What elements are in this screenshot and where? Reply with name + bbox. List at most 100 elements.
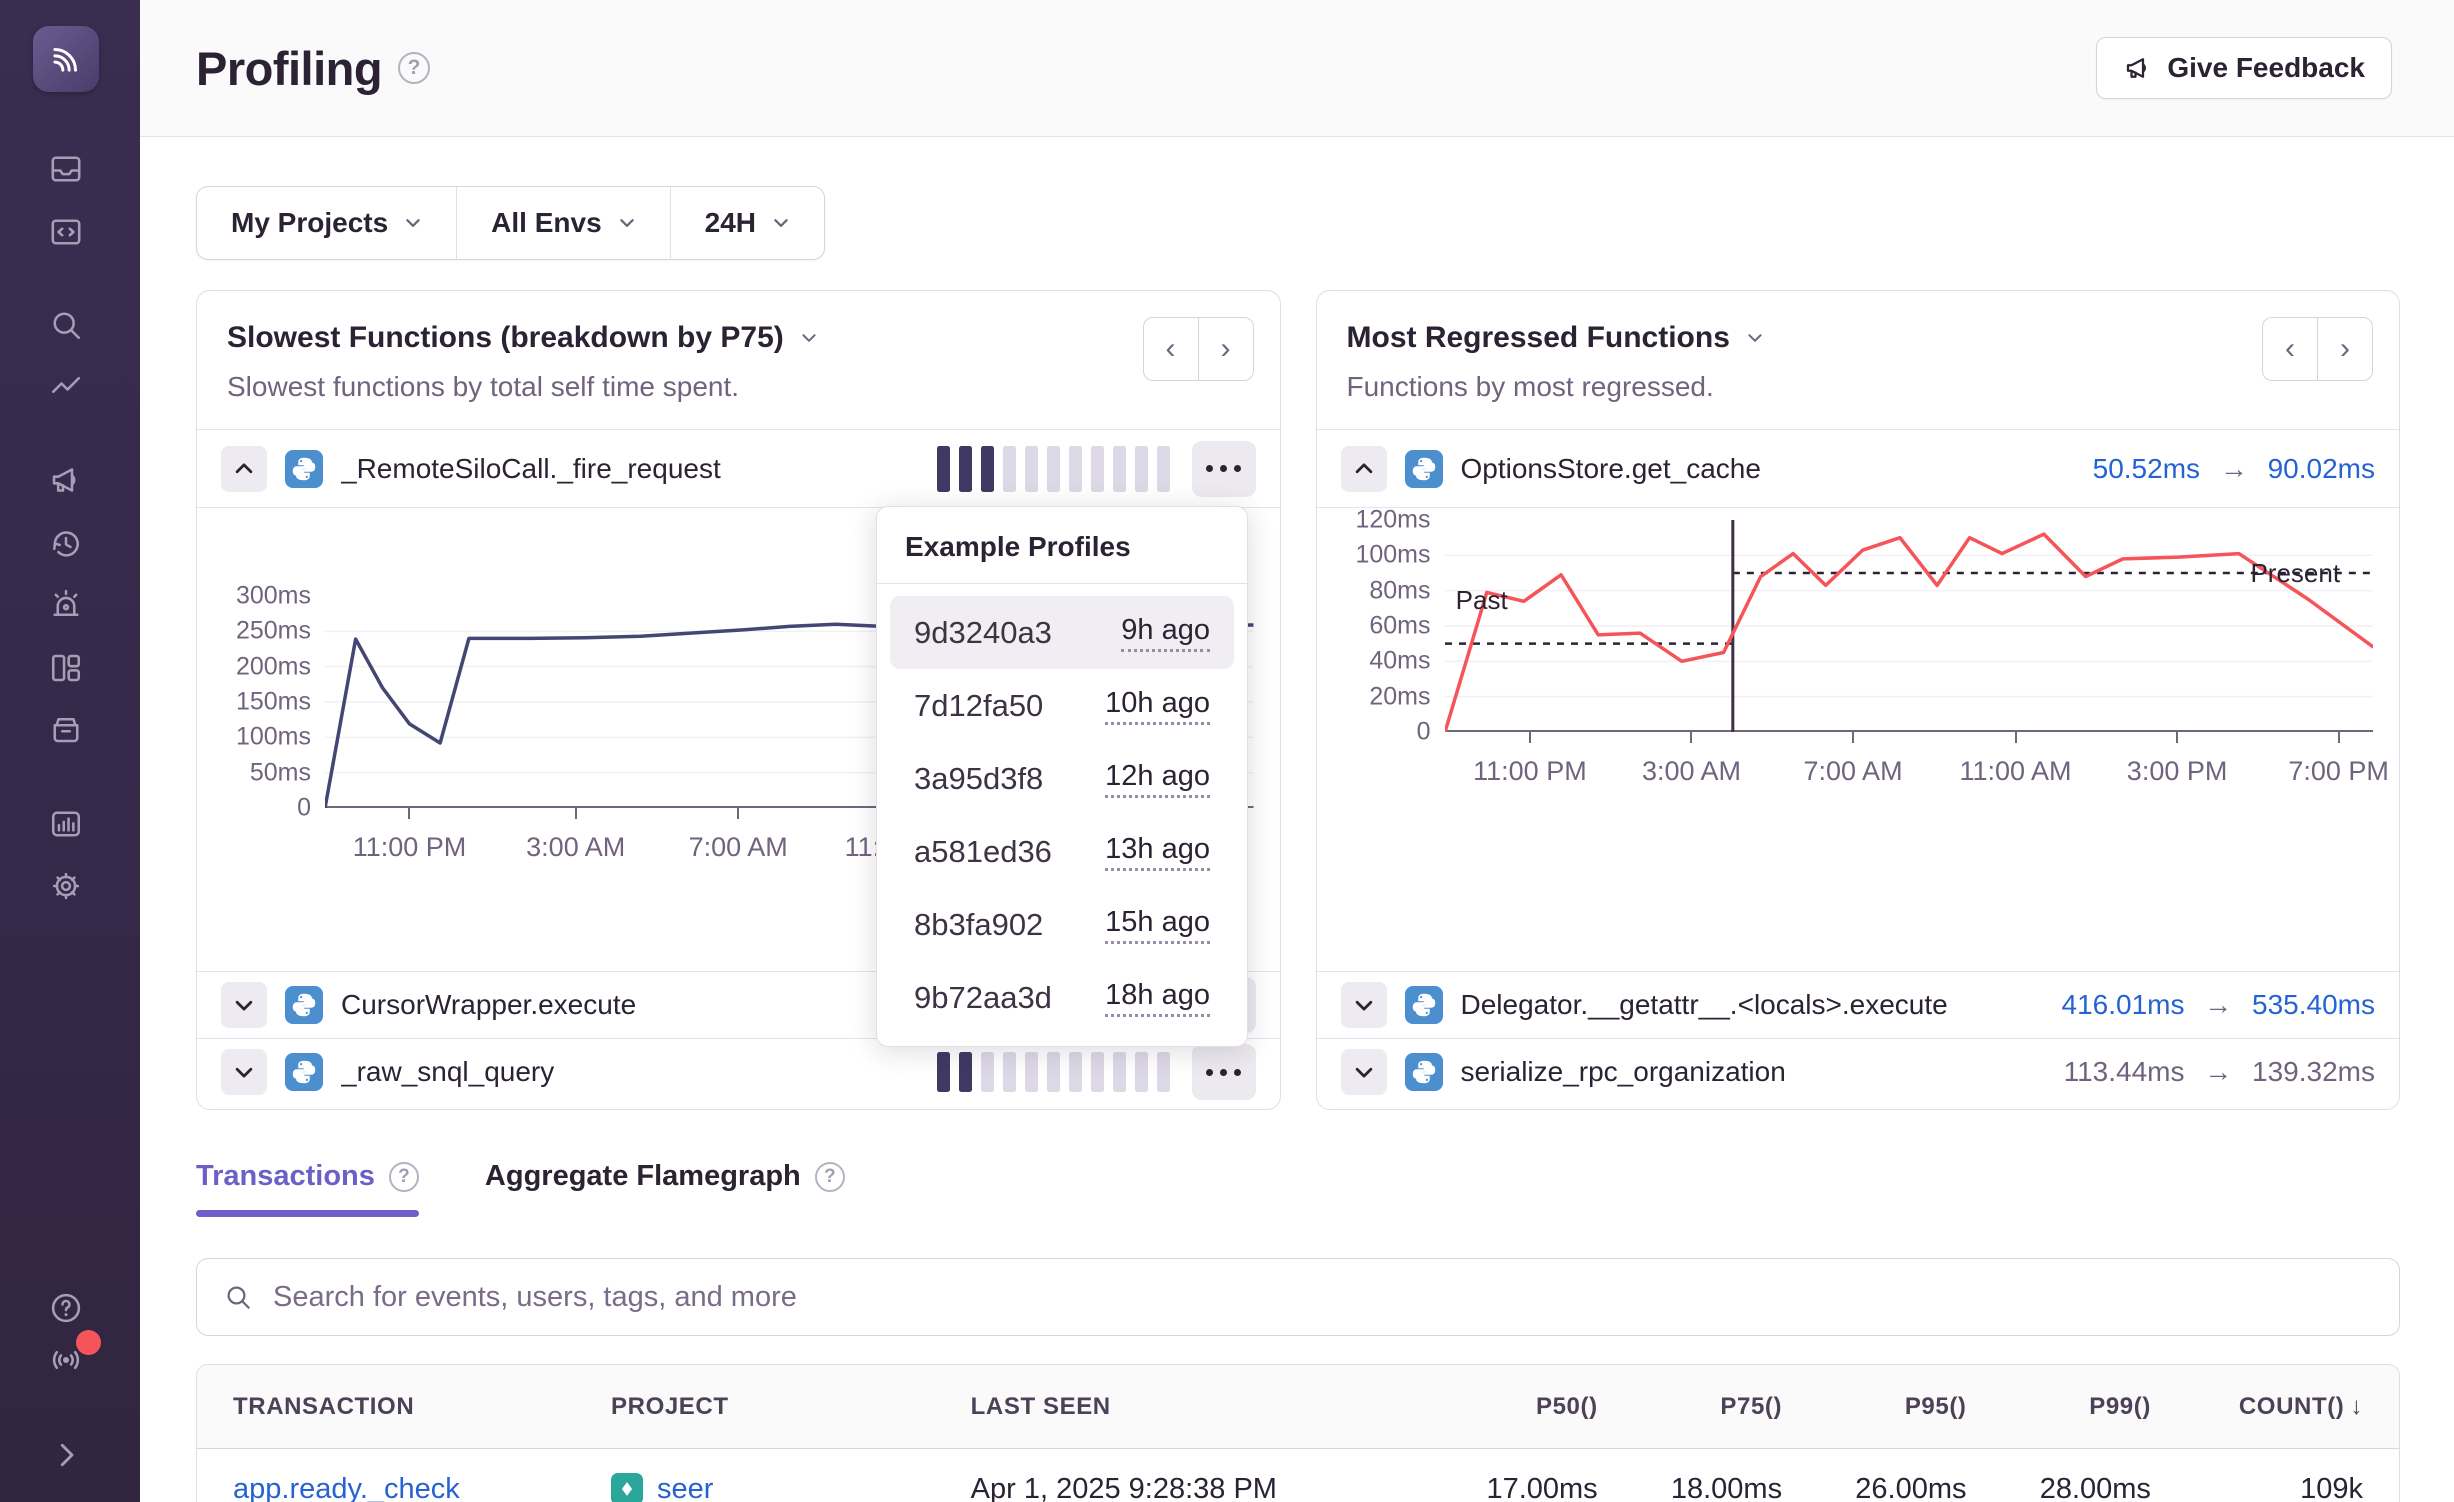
table-header: TRANSACTION PROJECT LAST SEEN P50() P75(… xyxy=(197,1365,2399,1449)
before-duration-link[interactable]: 416.01ms xyxy=(2062,989,2185,1020)
card-title-label: Slowest Functions (breakdown by P75) xyxy=(227,321,784,355)
seer-project-icon xyxy=(611,1473,643,1502)
chevron-down-icon xyxy=(1746,329,1764,347)
tab-label: Transactions xyxy=(196,1160,375,1193)
profile-item[interactable]: a581ed36 13h ago xyxy=(890,815,1234,888)
sidebar-item-dashboards[interactable] xyxy=(44,646,88,690)
clock-rewind-icon xyxy=(48,526,84,562)
profile-time-link[interactable]: 18h ago xyxy=(1105,979,1210,1017)
sidebar-item-projects[interactable] xyxy=(44,210,88,254)
next-page-button[interactable]: › xyxy=(1198,317,1254,381)
page-title: Profiling xyxy=(196,41,382,96)
popup-title: Example Profiles xyxy=(877,507,1247,584)
profile-id: 9d3240a3 xyxy=(914,615,1052,651)
collapse-button[interactable] xyxy=(1341,446,1387,492)
profile-item[interactable]: 9d3240a3 9h ago xyxy=(890,596,1234,669)
tab-transactions[interactable]: Transactions ? xyxy=(196,1160,419,1217)
content: My Projects All Envs 24H Slowest Functio… xyxy=(140,137,2454,1502)
col-p95[interactable]: P95() xyxy=(1782,1393,1966,1421)
profile-time-link[interactable]: 15h ago xyxy=(1105,906,1210,944)
function-name: OptionsStore.get_cache xyxy=(1461,453,1761,485)
expand-button[interactable] xyxy=(221,1049,267,1095)
sidebar-item-replays[interactable] xyxy=(44,522,88,566)
more-options-button[interactable] xyxy=(1192,441,1256,497)
project-cell[interactable]: seer xyxy=(611,1473,971,1502)
slowest-functions-title[interactable]: Slowest Functions (breakdown by P75) xyxy=(227,321,818,355)
most-regressed-title[interactable]: Most Regressed Functions xyxy=(1347,321,1764,355)
col-last-seen[interactable]: LAST SEEN xyxy=(971,1393,1414,1421)
collapse-button[interactable] xyxy=(221,446,267,492)
page-help-icon[interactable]: ? xyxy=(398,52,430,84)
sidebar-item-explore[interactable] xyxy=(44,303,88,347)
sidebar-item-feedback[interactable] xyxy=(44,458,88,502)
col-transaction[interactable]: TRANSACTION xyxy=(233,1393,611,1421)
profile-time-link[interactable]: 10h ago xyxy=(1105,687,1210,725)
expand-button[interactable] xyxy=(1341,982,1387,1028)
search-input[interactable] xyxy=(273,1281,2373,1314)
col-p99[interactable]: P99() xyxy=(1967,1393,2151,1421)
function-row[interactable]: serialize_rpc_organization 113.44ms → 13… xyxy=(1317,1038,2400,1105)
profile-time-link[interactable]: 13h ago xyxy=(1105,833,1210,871)
profile-item[interactable]: 7d12fa50 10h ago xyxy=(890,669,1234,742)
after-duration-link[interactable]: 535.40ms xyxy=(2252,989,2375,1020)
card-subtitle: Functions by most regressed. xyxy=(1347,371,2370,403)
tab-help-icon[interactable]: ? xyxy=(389,1162,419,1192)
before-duration-link[interactable]: 50.52ms xyxy=(2093,453,2200,484)
next-page-button[interactable]: › xyxy=(2317,317,2373,381)
sidebar-expand-button[interactable] xyxy=(44,1433,88,1477)
sidebar-item-alerts[interactable] xyxy=(44,583,88,627)
expand-button[interactable] xyxy=(1341,1049,1387,1095)
function-row[interactable]: _raw_snql_query xyxy=(197,1038,1280,1105)
megaphone-icon xyxy=(2123,53,2153,83)
profile-item[interactable]: 9b72aa3d 18h ago xyxy=(890,961,1234,1034)
profile-item[interactable]: 3a95d3f8 12h ago xyxy=(890,742,1234,815)
sidebar-item-help[interactable] xyxy=(44,1286,88,1330)
dashboard-grid-icon xyxy=(48,650,84,686)
give-feedback-label: Give Feedback xyxy=(2167,52,2365,84)
col-count[interactable]: COUNT()↓ xyxy=(2151,1393,2363,1421)
main-area: Profiling ? Give Feedback My Projects Al… xyxy=(140,0,2454,1502)
tab-aggregate-flamegraph[interactable]: Aggregate Flamegraph ? xyxy=(485,1160,845,1217)
profile-item[interactable]: 8b3fa902 15h ago xyxy=(890,888,1234,961)
count-cell: 109k xyxy=(2151,1473,2363,1502)
project-filter-label: My Projects xyxy=(231,207,388,239)
expand-button[interactable] xyxy=(221,982,267,1028)
filter-bar: My Projects All Envs 24H xyxy=(196,186,825,260)
sidebar-item-settings[interactable] xyxy=(44,864,88,908)
function-row-expanded[interactable]: OptionsStore.get_cache 50.52ms → 90.02ms xyxy=(1317,430,2400,508)
sentry-logo[interactable] xyxy=(33,26,99,92)
col-p75[interactable]: P75() xyxy=(1598,1393,1782,1421)
after-duration: 139.32ms xyxy=(2252,1056,2375,1087)
sidebar-item-issues[interactable] xyxy=(44,147,88,191)
project-filter[interactable]: My Projects xyxy=(197,187,456,259)
pagination: ‹ › xyxy=(2262,317,2373,381)
sidebar-item-traces[interactable] xyxy=(44,366,88,410)
give-feedback-button[interactable]: Give Feedback xyxy=(2096,37,2392,99)
megaphone-icon xyxy=(48,462,84,498)
chevron-up-icon xyxy=(233,458,255,480)
environment-filter[interactable]: All Envs xyxy=(456,187,669,259)
sidebar-item-stats[interactable] xyxy=(44,802,88,846)
most-regressed-card: Most Regressed Functions Functions by mo… xyxy=(1316,290,2401,1110)
profile-time-link[interactable]: 9h ago xyxy=(1121,614,1210,652)
col-count-label: COUNT() xyxy=(2239,1393,2345,1420)
stats-bars-icon xyxy=(48,806,84,842)
p75-cell: 18.00ms xyxy=(1598,1473,1782,1502)
prev-page-button[interactable]: ‹ xyxy=(2262,317,2318,381)
regression-values: 50.52ms → 90.02ms xyxy=(2093,453,2375,485)
trace-zigzag-icon xyxy=(48,370,84,406)
date-range-filter[interactable]: 24H xyxy=(670,187,824,259)
tab-label: Aggregate Flamegraph xyxy=(485,1160,801,1193)
function-row-expanded[interactable]: _RemoteSiloCall._fire_request xyxy=(197,430,1280,508)
transaction-link[interactable]: app.ready._check xyxy=(233,1473,460,1502)
prev-page-button[interactable]: ‹ xyxy=(1143,317,1199,381)
col-p50[interactable]: P50() xyxy=(1413,1393,1597,1421)
more-options-button[interactable] xyxy=(1192,1044,1256,1100)
tab-help-icon[interactable]: ? xyxy=(815,1162,845,1192)
table-row[interactable]: app.ready._check seer Apr 1, 2025 9:28:3… xyxy=(197,1449,2399,1502)
after-duration-link[interactable]: 90.02ms xyxy=(2268,453,2375,484)
profile-time-link[interactable]: 12h ago xyxy=(1105,760,1210,798)
col-project[interactable]: PROJECT xyxy=(611,1393,971,1421)
sidebar-item-releases[interactable] xyxy=(44,707,88,751)
function-row[interactable]: Delegator.__getattr__.<locals>.execute 4… xyxy=(1317,971,2400,1038)
